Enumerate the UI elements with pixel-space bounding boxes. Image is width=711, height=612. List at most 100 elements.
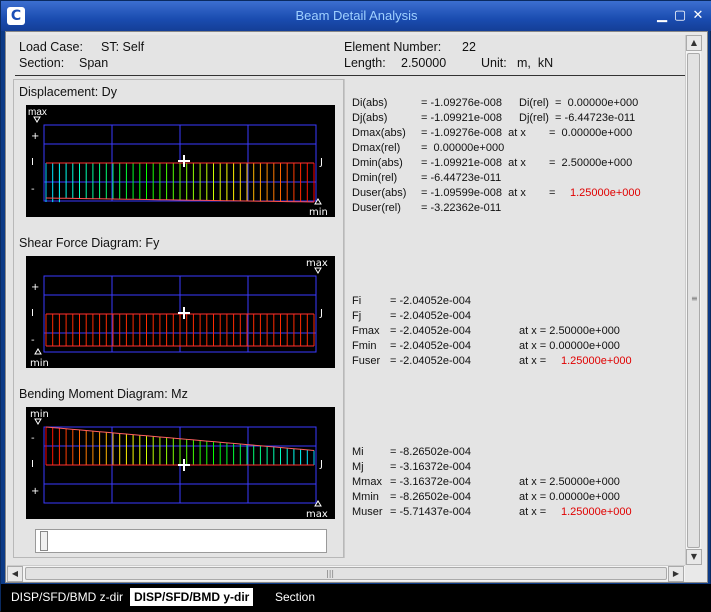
moment-plus-label: + <box>31 486 39 497</box>
muser-at: at x = <box>519 506 550 518</box>
shear-min-label: min <box>30 358 49 368</box>
position-slider[interactable] <box>35 529 327 553</box>
moment-minus-label: - <box>31 433 35 444</box>
mmax-value: = -3.16372e-004 <box>390 476 472 488</box>
scroll-down-icon[interactable]: ▼ <box>686 549 702 565</box>
moment-svg: min - I + J max <box>30 409 328 519</box>
fmax-label: Fmax <box>352 325 380 337</box>
horizontal-scroll-thumb[interactable]: ||| <box>25 567 667 580</box>
displacement-plot[interactable]: max + I - J min <box>26 105 335 217</box>
bottom-tab-bar: DISP/SFD/BMD z-dir DISP/SFD/BMD y-dir Se… <box>1 584 711 612</box>
shear-minus-label: - <box>31 335 35 346</box>
scroll-up-icon[interactable]: ▲ <box>686 35 702 51</box>
duser-rel-label: Duser(rel) <box>352 202 401 214</box>
mj-value: = -3.16372e-004 <box>390 461 472 473</box>
fj-value: = -2.04052e-004 <box>390 310 472 322</box>
fmin-at: at x = 0.00000e+000 <box>519 340 620 352</box>
fi-value: = -2.04052e-004 <box>390 295 472 307</box>
fi-label: Fi <box>352 295 362 307</box>
vertical-scrollbar[interactable]: ▲ ≡ ▼ <box>685 35 702 565</box>
unit-value: m, kN <box>517 56 554 70</box>
grip-icon: ||| <box>326 569 335 578</box>
section-value: Span <box>79 56 109 70</box>
grip-icon: ≡ <box>691 294 698 303</box>
fmax-at: at x = 2.50000e+000 <box>519 325 620 337</box>
header-divider <box>15 75 685 76</box>
dmax-rel-value: = 0.00000e+000 <box>421 142 505 154</box>
mmax-at: at x = 2.50000e+000 <box>519 476 620 488</box>
tab-disp-y[interactable]: DISP/SFD/BMD y-dir <box>130 588 254 606</box>
duser-eq: = <box>549 187 556 199</box>
shear-svg: max + I - J min <box>30 258 328 368</box>
moment-plot[interactable]: min - I + J max <box>26 407 335 519</box>
di-abs-label: Di(abs) <box>352 97 388 109</box>
shear-min-marker <box>34 348 42 355</box>
moment-j-label: J <box>319 459 323 470</box>
title-bar[interactable]: C Beam Detail Analysis ▁ ▢ ✕ <box>1 1 711 31</box>
muser-x: 1.25000e+000 <box>561 506 632 518</box>
dmin-rel-label: Dmin(rel) <box>352 172 398 184</box>
dmax-abs-value: = -1.09276e-008 at x <box>421 127 526 139</box>
load-case-value: ST: Self <box>101 40 145 54</box>
mmin-label: Mmin <box>352 491 379 503</box>
length-value: 2.50000 <box>401 56 447 70</box>
tab-section[interactable]: Section <box>271 588 319 606</box>
dmin-abs-value: = -1.09921e-008 at x <box>421 157 526 169</box>
fuser-value: = -2.04052e-004 <box>390 355 472 367</box>
mmax-label: Mmax <box>352 476 382 488</box>
beam-detail-window: C Beam Detail Analysis ▁ ▢ ✕ Load Case: … <box>0 0 711 612</box>
element-number-value: 22 <box>462 40 476 54</box>
length-label: Length: <box>344 56 386 70</box>
shear-i-label: I <box>31 308 34 319</box>
duser-x: 1.25000e+000 <box>570 187 641 199</box>
vertical-scroll-thumb[interactable]: ≡ <box>687 53 700 548</box>
dmax-x: = 0.00000e+000 <box>549 127 633 139</box>
scroll-right-icon[interactable]: ▶ <box>668 566 684 582</box>
dj-abs-label: Dj(abs) <box>352 112 388 124</box>
shear-title: Shear Force Diagram: Fy <box>19 236 160 250</box>
horizontal-scrollbar[interactable]: ◀ ||| ▶ <box>7 565 685 582</box>
displacement-svg: max + I - J min <box>28 107 328 217</box>
tab-disp-z[interactable]: DISP/SFD/BMD z-dir <box>7 588 127 606</box>
scroll-left-icon[interactable]: ◀ <box>7 566 23 582</box>
dmax-rel-label: Dmax(rel) <box>352 142 401 154</box>
disp-i-label: I <box>31 157 34 168</box>
fuser-x: 1.25000e+000 <box>561 355 632 367</box>
disp-max-label: max <box>28 107 47 118</box>
disp-j-label: J <box>319 157 323 168</box>
disp-plus-label: + <box>31 131 39 142</box>
dmax-abs-label: Dmax(abs) <box>352 127 406 139</box>
moment-title: Bending Moment Diagram: Mz <box>19 387 188 401</box>
element-number-label: Element Number: <box>344 40 442 54</box>
fmin-label: Fmin <box>352 340 377 352</box>
muser-value: = -5.71437e-004 <box>390 506 472 518</box>
fuser-at: at x = <box>519 355 550 367</box>
fmax-value: = -2.04052e-004 <box>390 325 472 337</box>
displacement-title: Displacement: Dy <box>19 85 117 99</box>
moment-max-label: max <box>306 509 328 519</box>
dmin-rel-value: = -6.44723e-011 <box>421 172 502 184</box>
close-icon[interactable]: ✕ <box>690 9 706 23</box>
shear-plus-label: + <box>31 282 39 293</box>
minimize-icon[interactable]: ▁ <box>654 9 670 23</box>
mi-value: = -8.26502e-004 <box>390 446 472 458</box>
maximize-icon[interactable]: ▢ <box>672 9 688 23</box>
slider-thumb[interactable] <box>40 531 48 551</box>
mi-label: Mi <box>352 446 364 458</box>
dj-rel: Dj(rel) = -6.44723e-011 <box>519 112 636 124</box>
dmin-abs-label: Dmin(abs) <box>352 157 403 169</box>
muser-label: Muser <box>352 506 383 518</box>
shear-plot[interactable]: max + I - J min <box>26 256 335 368</box>
dmin-x: = 2.50000e+000 <box>549 157 633 169</box>
disp-min-label: min <box>309 207 328 217</box>
di-rel: Di(rel) = 0.00000e+000 <box>519 97 639 109</box>
load-case-label: Load Case: <box>19 40 83 54</box>
fmin-value: = -2.04052e-004 <box>390 340 472 352</box>
panel-divider <box>344 79 345 558</box>
shear-max-label: max <box>306 258 328 269</box>
window-title: Beam Detail Analysis <box>295 8 418 23</box>
di-abs-value: = -1.09276e-008 <box>421 97 503 109</box>
mmin-at: at x = 0.00000e+000 <box>519 491 620 503</box>
disp-minus-label: - <box>31 184 35 195</box>
fuser-label: Fuser <box>352 355 381 367</box>
